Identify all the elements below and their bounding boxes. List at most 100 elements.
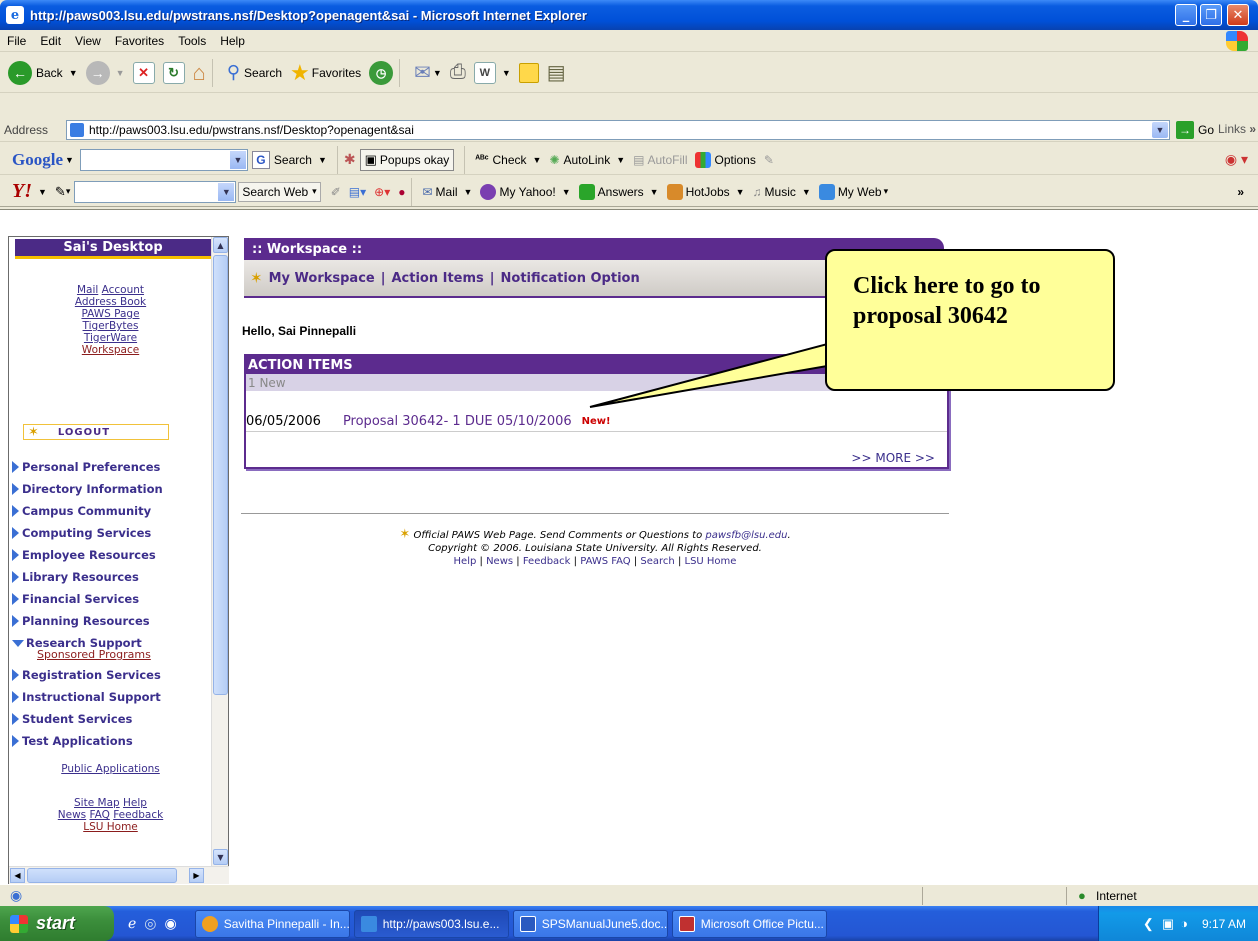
footer-news[interactable]: News: [486, 556, 513, 567]
footer-help[interactable]: Help: [454, 556, 477, 567]
autofill-button[interactable]: ▤ AutoFill: [633, 153, 687, 167]
research-button[interactable]: ▤: [547, 57, 566, 89]
nav-planning-resources[interactable]: Planning Resources: [12, 610, 217, 632]
nav-library-resources[interactable]: Library Resources: [12, 566, 217, 588]
menu-file[interactable]: File: [0, 34, 33, 48]
logout-button[interactable]: ✶ LOGOUT: [23, 424, 169, 440]
yahoo-logo[interactable]: Y!: [12, 180, 32, 203]
google-logo[interactable]: Google: [12, 150, 63, 170]
autolink-button[interactable]: ✺ AutoLink ▼: [549, 153, 625, 167]
proposal-link[interactable]: Proposal 30642- 1 DUE 05/10/2006: [343, 414, 572, 429]
link-account[interactable]: Account: [102, 284, 144, 296]
task-paws[interactable]: http://paws003.lsu.e...: [353, 909, 509, 938]
scroll-up-icon[interactable]: ▲: [213, 237, 228, 253]
hotjobs-button[interactable]: HotJobs ▼: [666, 183, 745, 200]
my-yahoo-button[interactable]: My Yahoo! ▼: [480, 183, 571, 200]
refresh-button[interactable]: ↻: [162, 57, 185, 89]
headphones-icon[interactable]: ●: [398, 185, 405, 199]
pencil-icon[interactable]: ✎: [55, 184, 66, 200]
clock[interactable]: 9:17 AM: [1202, 917, 1246, 931]
minimize-button[interactable]: _: [1175, 4, 1197, 26]
task-savitha[interactable]: Savitha Pinnepalli - In...: [194, 909, 350, 938]
nav-personal-preferences[interactable]: Personal Preferences: [12, 456, 217, 478]
search-web-button[interactable]: Search Web ▾: [238, 181, 321, 202]
link-address-book[interactable]: Address Book: [75, 296, 146, 308]
footer-email-link[interactable]: pawsfb@lsu.edu: [705, 530, 787, 541]
nav-campus-community[interactable]: Campus Community: [12, 500, 217, 522]
go-button[interactable]: → Go: [1176, 121, 1214, 139]
mail-button[interactable]: ✉ ▼: [414, 57, 442, 89]
link-paws-page[interactable]: PAWS Page: [81, 308, 139, 320]
options-button[interactable]: Options ✎: [695, 151, 774, 168]
favorites-button[interactable]: ★ Favorites: [290, 57, 361, 89]
chevron-left-icon[interactable]: ❮: [1143, 916, 1154, 932]
link-lsu-home[interactable]: LSU Home: [83, 821, 138, 833]
link-site-map[interactable]: Site Map: [74, 797, 120, 809]
left-horizontal-scrollbar[interactable]: ◀ ▶: [9, 866, 229, 884]
link-tigerbytes[interactable]: TigerBytes: [83, 320, 139, 332]
address-input[interactable]: http://paws003.lsu.edu/pwstrans.nsf/Desk…: [66, 120, 1170, 140]
edit-word-button[interactable]: W ▼: [473, 57, 511, 89]
footer-lsu-home[interactable]: LSU Home: [685, 556, 737, 567]
notes-button[interactable]: [518, 57, 539, 89]
nav-directory-information[interactable]: Directory Information: [12, 478, 217, 500]
link-tigerware[interactable]: TigerWare: [84, 332, 137, 344]
nav-instructional-support[interactable]: Instructional Support: [12, 686, 217, 708]
translate-icon[interactable]: ◉ ▾: [1225, 151, 1248, 168]
window-icon[interactable]: ▤▾: [349, 185, 366, 199]
home-button[interactable]: ⌂: [193, 57, 206, 89]
nav-my-workspace[interactable]: My Workspace: [269, 271, 375, 286]
menu-view[interactable]: View: [68, 34, 108, 48]
footer-feedback[interactable]: Feedback: [523, 556, 571, 567]
pagerank-icon[interactable]: ✱: [344, 151, 356, 168]
link-faq[interactable]: FAQ: [90, 809, 110, 821]
stop-button[interactable]: ✕: [132, 57, 155, 89]
nav-computing-services[interactable]: Computing Services: [12, 522, 217, 544]
network-icon[interactable]: ▣: [1162, 916, 1174, 932]
quicklaunch-browser-icon[interactable]: ◎: [144, 915, 156, 932]
nav-test-applications[interactable]: Test Applications: [12, 730, 217, 752]
scroll-thumb[interactable]: [27, 868, 177, 883]
left-vertical-scrollbar[interactable]: ▲ ▼: [211, 237, 228, 867]
link-news[interactable]: News: [58, 809, 86, 821]
yahoo-mail-button[interactable]: ✉ Mail ▼: [422, 185, 472, 199]
spell-check-button[interactable]: ᴬᴮᶜ Check ▼: [475, 153, 541, 167]
scroll-right-icon[interactable]: ▶: [189, 868, 204, 883]
search-button[interactable]: ⚲ Search: [227, 57, 282, 89]
nav-notification-option[interactable]: Notification Option: [501, 271, 640, 286]
antispy-icon[interactable]: ⊕▾: [374, 185, 390, 199]
link-mail[interactable]: Mail: [77, 284, 98, 296]
menu-tools[interactable]: Tools: [171, 34, 213, 48]
nav-financial-services[interactable]: Financial Services: [12, 588, 217, 610]
menu-favorites[interactable]: Favorites: [108, 34, 171, 48]
nav-sponsored-programs[interactable]: Sponsored Programs: [12, 648, 217, 662]
highlight-icon[interactable]: ✐: [331, 185, 341, 199]
scroll-left-icon[interactable]: ◀: [10, 868, 25, 883]
my-web-button[interactable]: My Web ▾: [818, 183, 888, 200]
nav-action-items[interactable]: Action Items: [391, 271, 483, 286]
nav-student-services[interactable]: Student Services: [12, 708, 217, 730]
maximize-button[interactable]: ❐: [1200, 4, 1222, 26]
forward-button[interactable]: → ▼: [85, 57, 125, 89]
popups-okay-button[interactable]: ▣ Popups okay: [359, 148, 455, 171]
google-search-input[interactable]: ▼: [79, 148, 248, 171]
menu-edit[interactable]: Edit: [33, 34, 68, 48]
link-feedback[interactable]: Feedback: [113, 809, 163, 821]
scroll-thumb[interactable]: [213, 255, 228, 695]
back-button[interactable]: ← Back ▼: [8, 57, 78, 89]
chevron-right-icon[interactable]: »: [1237, 185, 1244, 199]
link-public-applications[interactable]: Public Applications: [61, 763, 160, 775]
task-office-picture[interactable]: Microsoft Office Pictu...: [671, 909, 827, 938]
music-button[interactable]: ♫ Music ▼: [753, 185, 811, 199]
footer-paws-faq[interactable]: PAWS FAQ: [580, 556, 630, 567]
more-link[interactable]: >> MORE >>: [851, 451, 935, 465]
quicklaunch-desktop-icon[interactable]: ◉: [165, 915, 177, 932]
start-button[interactable]: start: [0, 906, 114, 941]
nav-registration-services[interactable]: Registration Services: [12, 664, 217, 686]
link-help[interactable]: Help: [123, 797, 147, 809]
footer-search[interactable]: Search: [640, 556, 674, 567]
print-button[interactable]: ⎙: [450, 57, 466, 89]
history-button[interactable]: ◷: [369, 57, 394, 89]
chevron-down-icon[interactable]: ▼: [1152, 122, 1168, 138]
nav-employee-resources[interactable]: Employee Resources: [12, 544, 217, 566]
